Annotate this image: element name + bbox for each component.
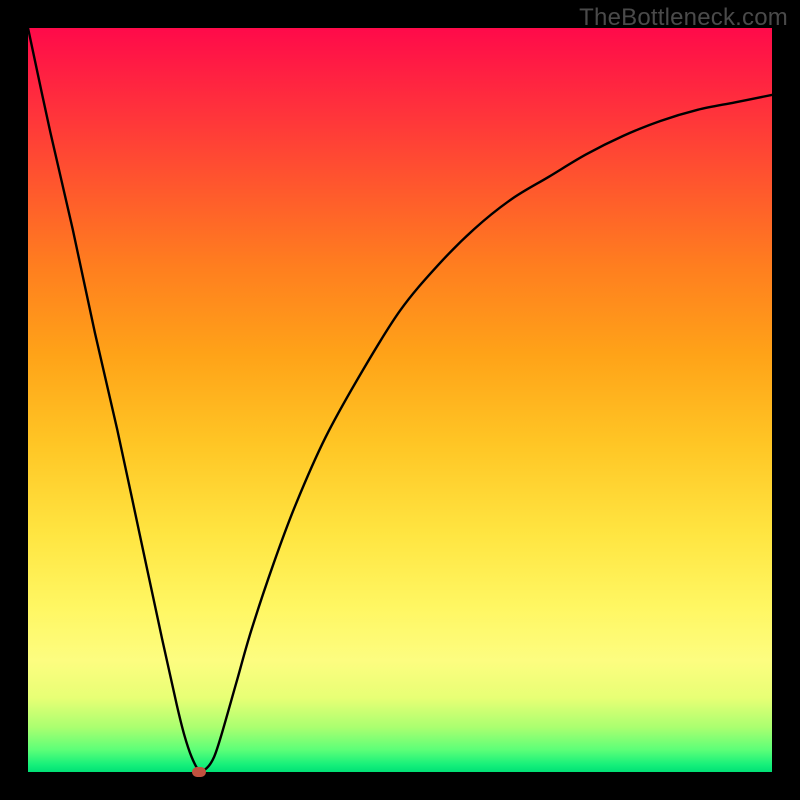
- chart-frame: TheBottleneck.com: [0, 0, 800, 800]
- plot-area: [28, 28, 772, 772]
- optimal-point-marker: [192, 767, 206, 777]
- bottleneck-curve: [28, 28, 772, 772]
